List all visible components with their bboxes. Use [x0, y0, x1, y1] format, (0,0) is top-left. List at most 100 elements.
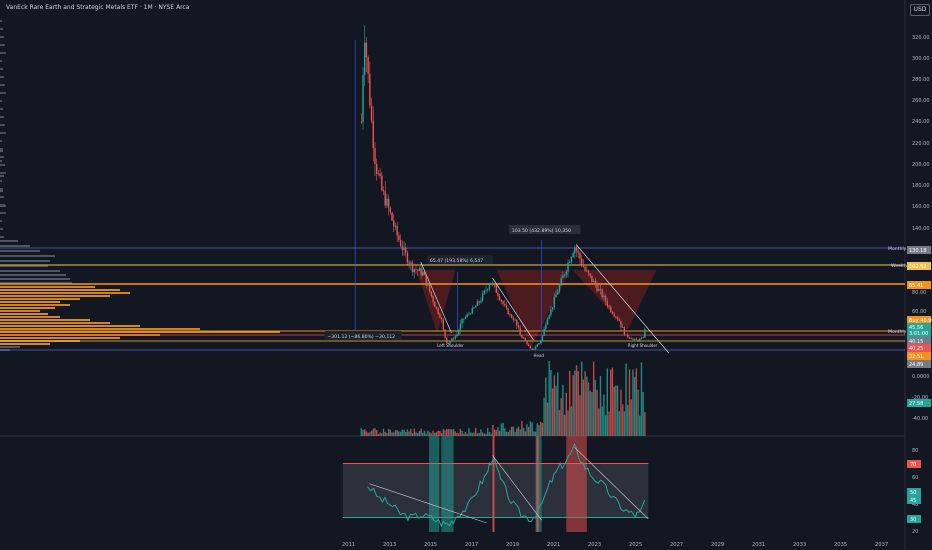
volume-bar: [574, 370, 576, 436]
volume-bar: [623, 411, 626, 436]
candle: [377, 173, 380, 175]
volume-bar: [449, 429, 451, 436]
volume-bar: [471, 433, 474, 436]
volume-bar: [628, 369, 631, 436]
time-tick-label: 2031: [752, 542, 765, 548]
left-shoulder-zone: [416, 270, 456, 333]
time-tick-label: 2035: [834, 542, 847, 548]
volume-profile-bar: [0, 240, 18, 242]
candle: [565, 271, 567, 275]
volume-bar: [475, 428, 477, 436]
volume-bar: [536, 423, 538, 436]
volume-bar: [401, 429, 403, 436]
candle: [610, 306, 612, 313]
candle: [603, 295, 605, 298]
candle: [394, 225, 397, 227]
candle: [393, 220, 395, 227]
rsi-tick-label: 20: [912, 529, 918, 535]
volume-profile-bar: [0, 295, 110, 297]
candle: [591, 275, 593, 282]
candle: [405, 247, 407, 253]
volume-bar: [505, 431, 508, 436]
candle: [435, 306, 438, 309]
volume-bar: [611, 367, 614, 436]
rise-measure-label: 65.47 (193.58%) 6,547: [430, 258, 483, 264]
volume-bar: [393, 432, 395, 436]
rsi-signal-zone: [492, 436, 495, 532]
volume-profile-bar: [0, 52, 6, 54]
candle: [493, 283, 496, 286]
candle: [633, 338, 636, 340]
volume-bar: [466, 433, 468, 436]
time-tick-label: 2017: [465, 542, 478, 548]
time-tick-label: 2037: [875, 542, 888, 548]
rsi-signal-zone: [428, 436, 440, 532]
volume-bar: [625, 363, 627, 436]
volume-bar: [364, 429, 366, 436]
volume-profile-bar: [0, 172, 6, 174]
volume-bar: [598, 408, 600, 436]
volume-bar: [463, 433, 465, 436]
volume-bar: [425, 433, 427, 436]
candle: [382, 190, 385, 192]
volume-bar: [502, 422, 504, 436]
monthly-upper-label: Monthly: [888, 246, 907, 252]
time-tick-label: 2023: [588, 542, 601, 548]
volume-profile-bar: [0, 20, 2, 22]
candle: [522, 337, 525, 339]
candle: [586, 270, 588, 272]
volume-bar: [490, 433, 492, 436]
candle: [454, 336, 456, 339]
drop-measure-label: −301.12 (−86.80%) −30,112: [327, 334, 395, 340]
candle: [598, 288, 600, 291]
volume-bar: [635, 368, 638, 436]
volume-bar: [514, 431, 516, 436]
volume-profile-bar: [0, 322, 110, 324]
candle: [440, 317, 443, 320]
volume-profile-bar: [0, 196, 4, 198]
volume-bar: [411, 433, 414, 436]
candle: [553, 297, 556, 308]
volume-bar: [454, 431, 456, 436]
volume-profile-bar: [0, 292, 130, 294]
weekly-label: Weekly: [891, 263, 908, 269]
volume-profile-bar: [0, 313, 48, 315]
candle: [551, 307, 554, 310]
volume-bar: [370, 430, 373, 436]
candle: [386, 198, 388, 206]
volume-bar: [577, 371, 579, 436]
volume-profile-bar: [0, 188, 3, 190]
candle: [644, 329, 646, 338]
price-label: 130.18: [909, 248, 927, 254]
time-tick-label: 2025: [629, 542, 642, 548]
volume-bar: [459, 428, 462, 436]
candle: [507, 308, 509, 315]
volume-bar: [476, 433, 479, 436]
candle: [480, 300, 482, 303]
volume-bar: [478, 432, 480, 436]
price-axis: 320.00300.00280.00260.00240.00220.00200.…: [907, 35, 932, 535]
candle: [367, 56, 369, 74]
candle: [497, 292, 499, 297]
chart-canvas[interactable]: 65.47 (193.58%) 6,547 103.50 (432.89%) 10…: [0, 0, 932, 550]
volume-profile-bar: [0, 220, 2, 222]
candle: [457, 331, 460, 335]
rsi-band-label: 45: [910, 498, 916, 504]
candle: [415, 269, 417, 271]
volume-bar: [522, 428, 525, 436]
volume-profile-bar: [0, 343, 50, 345]
candle: [510, 314, 513, 318]
time-tick-label: 2019: [506, 542, 519, 548]
volume-bar: [480, 429, 482, 436]
candle: [589, 273, 591, 276]
candle: [492, 283, 494, 285]
candle: [615, 316, 617, 318]
candle: [364, 42, 366, 76]
candle: [473, 307, 475, 309]
volume-bar: [444, 430, 446, 436]
volume-profile-bar: [0, 260, 50, 262]
time-tick-label: 2013: [383, 542, 396, 548]
time-tick-label: 2021: [547, 542, 560, 548]
trend-line: [576, 244, 670, 354]
volume-bar: [362, 430, 364, 436]
